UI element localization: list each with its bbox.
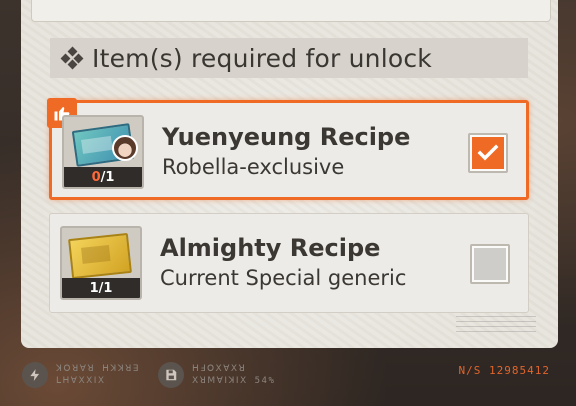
watermark-text: [456, 316, 536, 334]
footer-power-line1: ꓘꓳꓤꓯꓤ ꓧꓘꓘꓤꓱ: [56, 364, 141, 374]
checkmark-icon: [472, 137, 504, 169]
count-have: 0: [91, 169, 101, 185]
footer-status-storage: ꓧꓞꓳꓫꓯꓫꓤ ꓫꓤꓟꓯꓲꓘꓲꓫ 54%: [158, 362, 275, 388]
item-thumbnail: 0/1: [62, 115, 144, 189]
floppy-disk-icon: [158, 362, 184, 388]
recipe-item-almighty[interactable]: 1/1 Almighty Recipe Current Special gene…: [49, 213, 529, 313]
select-checkbox[interactable]: [470, 244, 510, 284]
footer-status-power: ꓘꓳꓤꓯꓤ ꓧꓘꓘꓤꓱ ꓡꓧꓯꓫꓫꓲꓫ: [22, 362, 140, 388]
avatar: [112, 135, 138, 161]
footer-power-line2: ꓡꓧꓯꓫꓫꓲꓫ: [56, 376, 106, 386]
top-card-edge: [31, 0, 551, 22]
footer-bar: ꓘꓳꓤꓯꓤ ꓧꓘꓘꓤꓱ ꓡꓧꓯꓫꓫꓲꓫ ꓧꓞꓳꓫꓯꓫꓤ ꓫꓤꓟꓯꓲꓘꓲꓫ 54%…: [0, 348, 576, 406]
section-title: Item(s) required for unlock: [92, 43, 432, 73]
footer-storage-line1: ꓧꓞꓳꓫꓯꓫꓤ: [192, 364, 247, 374]
gold-recipe-card-image: [62, 228, 140, 280]
item-description: Current Special generic: [160, 266, 407, 290]
recipe-item-yuenyeung[interactable]: 0/1 Yuenyeung Recipe Robella-exclusive: [47, 98, 529, 200]
count-total: /1: [100, 169, 115, 185]
item-name: Almighty Recipe: [160, 234, 381, 262]
select-checkbox[interactable]: [468, 133, 508, 173]
item-count: 1/1: [62, 278, 140, 298]
serial-number: N/S 12985412: [458, 364, 550, 377]
blue-recipe-card-image: [64, 117, 142, 167]
footer-storage-line2: ꓫꓤꓟꓯꓲꓘꓲꓫ 54%: [192, 376, 276, 386]
count-total: /1: [98, 280, 113, 296]
lightning-icon: [22, 362, 48, 388]
section-header: Item(s) required for unlock: [50, 38, 528, 78]
diamond-cluster-icon: [60, 46, 84, 70]
item-count: 0/1: [64, 167, 142, 187]
unlock-panel: Item(s) required for unlock 0/1 Yuenyeun…: [21, 0, 558, 348]
empty-checkbox-fill: [474, 248, 506, 280]
item-thumbnail: 1/1: [60, 226, 142, 300]
item-description: Robella-exclusive: [162, 155, 345, 179]
item-name: Yuenyeung Recipe: [162, 123, 411, 151]
count-have: 1: [89, 280, 99, 296]
